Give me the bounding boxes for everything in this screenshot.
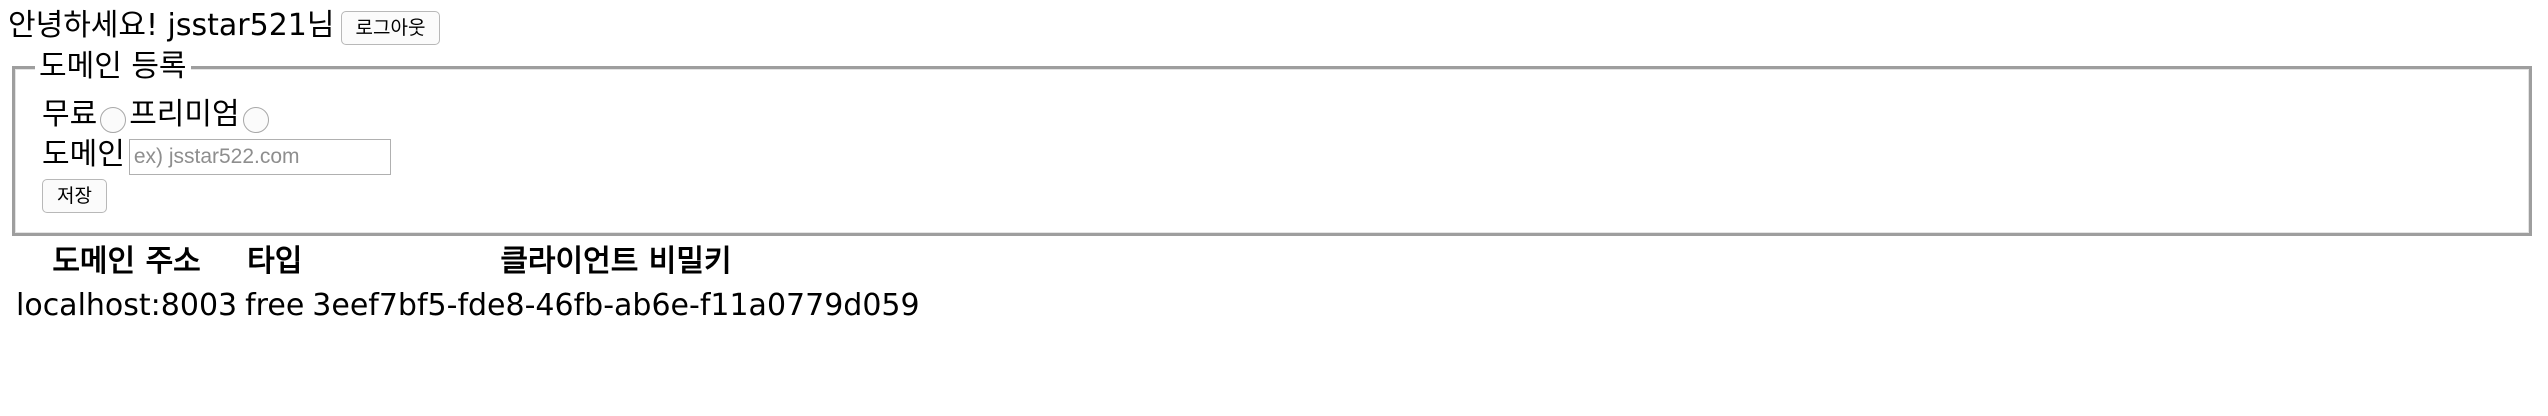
table-header-row: 도메인 주소 타입 클라이언트 비밀키	[14, 242, 922, 282]
column-header-type: 타입	[247, 244, 303, 279]
logout-button[interactable]: 로그아웃	[340, 11, 441, 45]
cell-domain: localhost:8003	[16, 288, 238, 323]
domain-table: 도메인 주소 타입 클라이언트 비밀키 localhost:8003 free …	[10, 238, 926, 330]
greeting-text: 안녕하세요! jsstar521님	[8, 8, 335, 43]
free-plan-label: 무료	[42, 97, 98, 132]
domain-field-row: 도메인	[42, 135, 391, 175]
form-legend: 도메인 등록	[35, 49, 191, 85]
cell-type: free	[245, 288, 305, 323]
save-button[interactable]: 저장	[42, 179, 107, 213]
domain-register-form: 도메인 등록 무료 프리미엄 도메인 저장	[12, 49, 2532, 236]
plan-radio-group: 무료 프리미엄	[42, 95, 272, 135]
column-header-domain: 도메인 주소	[52, 244, 201, 279]
premium-plan-radio[interactable]	[242, 107, 269, 133]
premium-plan-label: 프리미엄	[129, 97, 240, 132]
domain-input[interactable]	[128, 139, 391, 175]
header-bar: 안녕하세요! jsstar521님 로그아웃	[8, 6, 441, 46]
domain-label: 도메인	[42, 137, 125, 172]
column-header-client-secret: 클라이언트 비밀키	[500, 244, 732, 279]
free-plan-radio[interactable]	[100, 107, 127, 133]
table-row: localhost:8003 free 3eef7bf5-fde8-46fb-a…	[14, 286, 922, 326]
cell-client-secret: 3eef7bf5-fde8-46fb-ab6e-f11a0779d059	[312, 288, 920, 323]
